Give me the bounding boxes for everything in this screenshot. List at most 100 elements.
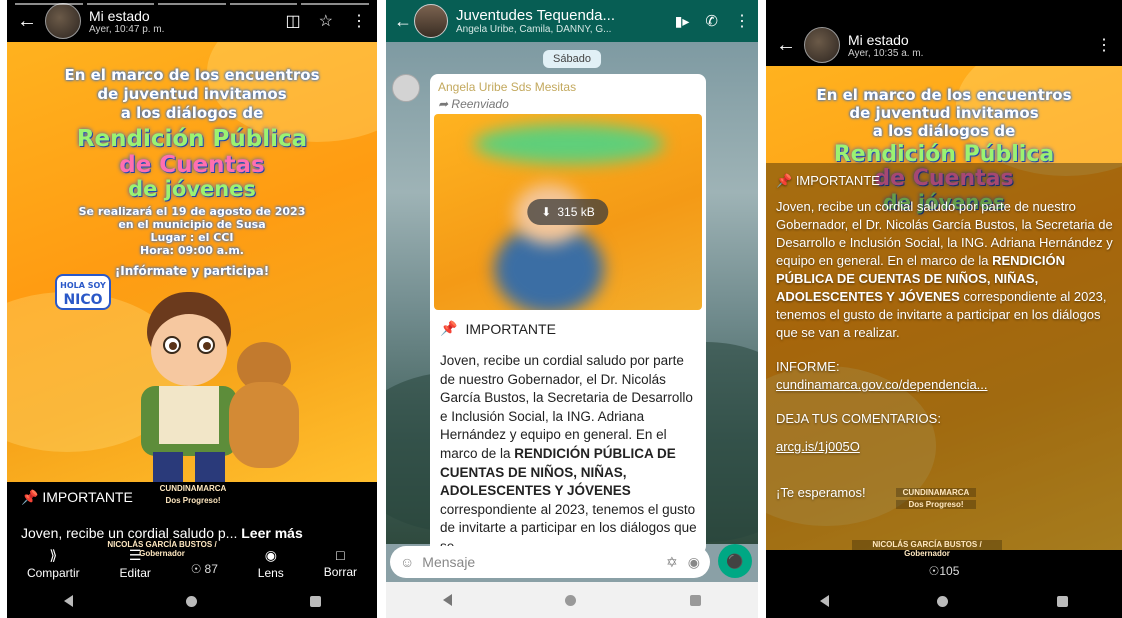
poster-title1: Rendición Pública bbox=[76, 126, 308, 152]
group-avatar[interactable] bbox=[414, 4, 448, 38]
status-time: Ayer, 10:47 p. m. bbox=[89, 23, 165, 35]
status-top-bar: ← Mi estado Ayer, 10:35 a. m. ⋮ bbox=[766, 24, 1122, 66]
nav-home-icon[interactable] bbox=[185, 595, 197, 607]
views-counter[interactable]: ☉105 bbox=[766, 564, 1122, 578]
speech-bubble: HOLA SOY NICO bbox=[55, 274, 111, 310]
eye-icon: ☉ bbox=[190, 562, 202, 576]
delete-button[interactable]: □ Borrar bbox=[324, 547, 357, 579]
system-nav-bar bbox=[766, 584, 1122, 618]
caption-full-text: 📌 IMPORTANTE Joven, recibe un cordial sa… bbox=[776, 172, 1114, 502]
cast-icon[interactable]: ◫ bbox=[286, 11, 301, 31]
message-title: 📌 IMPORTANTE bbox=[440, 320, 556, 337]
pin-icon: 📌 bbox=[21, 489, 39, 505]
camera-icon[interactable]: ◉ bbox=[688, 554, 700, 571]
poster-brand: CUNDINAMARCA bbox=[896, 488, 976, 497]
lens-button[interactable]: ◉ Lens bbox=[258, 547, 284, 580]
more-icon[interactable]: ⋮ bbox=[1096, 35, 1112, 55]
status-top-bar: ← Mi estado Ayer, 10:47 p. m. ◫ ☆ ⋮ bbox=[7, 0, 377, 42]
message-bubble[interactable]: Angela Uribe Sds Mesitas ➦ Reenviado ⬇ 3… bbox=[430, 74, 706, 554]
forward-icon: ➦ bbox=[438, 97, 449, 111]
status-viewer-left: En el marco de los encuentros de juventu… bbox=[7, 0, 377, 618]
poster-signature: NICOLÁS GARCÍA BUSTOS / Gobernador bbox=[852, 540, 1002, 558]
poster-slogan: Dos Progreso! bbox=[153, 496, 233, 505]
more-icon[interactable]: ⋮ bbox=[734, 11, 750, 31]
status-action-bar: ⟫ Compartir ☰ Editar ☉ 87 ◉ Lens □ Borrar bbox=[7, 542, 377, 584]
system-nav-bar bbox=[386, 582, 758, 618]
views-counter[interactable]: ☉ 87 bbox=[191, 562, 218, 576]
caption-title: 📌 IMPORTANTE bbox=[776, 172, 1114, 190]
nav-recents-icon[interactable] bbox=[690, 594, 702, 606]
poster-title2: de Cuentas bbox=[119, 152, 265, 178]
back-icon[interactable]: ← bbox=[394, 11, 412, 32]
pin-icon: 📌 bbox=[440, 320, 458, 336]
video-call-icon[interactable]: ▮▸ bbox=[675, 13, 690, 30]
share-label: Compartir bbox=[26, 565, 80, 580]
mic-button[interactable]: ⚫ bbox=[718, 544, 752, 578]
forwarded-label: ➦ Reenviado bbox=[438, 97, 509, 111]
poster-line3: a los diálogos de bbox=[120, 104, 264, 122]
nav-recents-icon[interactable] bbox=[1056, 595, 1068, 607]
status-poster-image: En el marco de los encuentros de juventu… bbox=[7, 42, 377, 482]
edit-icon: ☰ bbox=[128, 546, 142, 563]
whatsapp-chat-screen: ← Juventudes Tequenda... Angela Uribe, C… bbox=[386, 0, 758, 618]
poster-hora: Hora: 09:00 a.m. bbox=[140, 244, 244, 257]
nav-back-icon[interactable] bbox=[63, 595, 73, 607]
avatar[interactable] bbox=[45, 3, 81, 39]
date-chip: Sábado bbox=[543, 50, 601, 68]
comentarios-link[interactable]: arcg.is/1j005O bbox=[776, 438, 1114, 456]
share-icon: ⟫ bbox=[49, 546, 58, 563]
nav-home-icon[interactable] bbox=[937, 595, 949, 607]
download-size: 315 kB bbox=[557, 205, 595, 219]
message-body: Joven, recibe un cordial saludo por part… bbox=[440, 352, 698, 554]
poster-date: Se realizará el 19 de agosto de 2023 bbox=[78, 205, 306, 218]
download-button[interactable]: ⬇ 315 kB bbox=[527, 199, 609, 225]
important-text: IMPORTANTE bbox=[795, 173, 880, 188]
read-more-link[interactable]: Leer más bbox=[241, 525, 302, 541]
lens-label: Lens bbox=[257, 565, 284, 580]
share-button[interactable]: ⟫ Compartir bbox=[27, 547, 80, 580]
poster-title3: de jóvenes bbox=[128, 177, 256, 201]
mic-icon: ⚫ bbox=[726, 552, 744, 569]
informe-link[interactable]: cundinamarca.gov.co/dependencia... bbox=[776, 376, 1114, 394]
poster-line3: a los diálogos de bbox=[872, 122, 1016, 140]
bubble-line1: HOLA SOY bbox=[60, 281, 106, 290]
edit-button[interactable]: ☰ Editar bbox=[120, 547, 151, 580]
status-viewer-right: En el marco de los encuentros de juventu… bbox=[766, 0, 1122, 618]
blurred-image-preview[interactable]: ⬇ 315 kB bbox=[434, 114, 702, 310]
sender-avatar[interactable] bbox=[392, 74, 420, 102]
sender-name[interactable]: Angela Uribe Sds Mesitas bbox=[438, 80, 576, 94]
poster-line2: de juventud invitamos bbox=[849, 104, 1039, 122]
message-input[interactable]: Mensaje bbox=[422, 554, 656, 570]
system-nav-bar bbox=[7, 584, 377, 618]
nav-back-icon[interactable] bbox=[442, 594, 452, 606]
back-icon[interactable]: ← bbox=[776, 34, 804, 57]
poster-brand: CUNDINAMARCA bbox=[153, 484, 233, 493]
emoji-icon[interactable]: ☺ bbox=[400, 554, 414, 570]
group-name[interactable]: Juventudes Tequenda... bbox=[456, 7, 667, 24]
back-icon[interactable]: ← bbox=[17, 10, 45, 33]
caption-title-text: IMPORTANTE bbox=[42, 489, 133, 505]
poster-line1: En el marco de los encuentros bbox=[64, 66, 320, 84]
nav-home-icon[interactable] bbox=[565, 594, 577, 606]
avatar[interactable] bbox=[804, 27, 840, 63]
caption-paragraph: Joven, recibe un cordial saludo por part… bbox=[776, 198, 1114, 342]
views-count: 87 bbox=[204, 562, 218, 576]
chat-header: ← Juventudes Tequenda... Angela Uribe, C… bbox=[386, 0, 758, 42]
poster-line2: de juventud invitamos bbox=[97, 85, 287, 103]
nav-back-icon[interactable] bbox=[820, 595, 830, 607]
poster-municipio: en el municipio de Susa bbox=[118, 218, 266, 231]
informe-label: INFORME: bbox=[776, 359, 840, 374]
important-text: IMPORTANTE bbox=[465, 320, 556, 337]
edit-label: Editar bbox=[119, 565, 151, 580]
more-icon[interactable]: ⋮ bbox=[351, 11, 367, 31]
message-composer[interactable]: ☺ Mensaje ✡ ◉ bbox=[390, 546, 710, 578]
caption-title: 📌 IMPORTANTE bbox=[21, 488, 133, 507]
attach-icon[interactable]: ✡ bbox=[666, 554, 678, 571]
star-icon[interactable]: ☆ bbox=[319, 11, 333, 31]
lens-icon: ◉ bbox=[264, 546, 277, 563]
status-time: Ayer, 10:35 a. m. bbox=[848, 47, 924, 59]
nav-recents-icon[interactable] bbox=[309, 595, 321, 607]
bubble-line2: NICO bbox=[63, 292, 103, 308]
comentarios-label: DEJA TUS COMENTARIOS: bbox=[776, 411, 941, 426]
phone-icon[interactable]: ✆ bbox=[705, 12, 718, 30]
